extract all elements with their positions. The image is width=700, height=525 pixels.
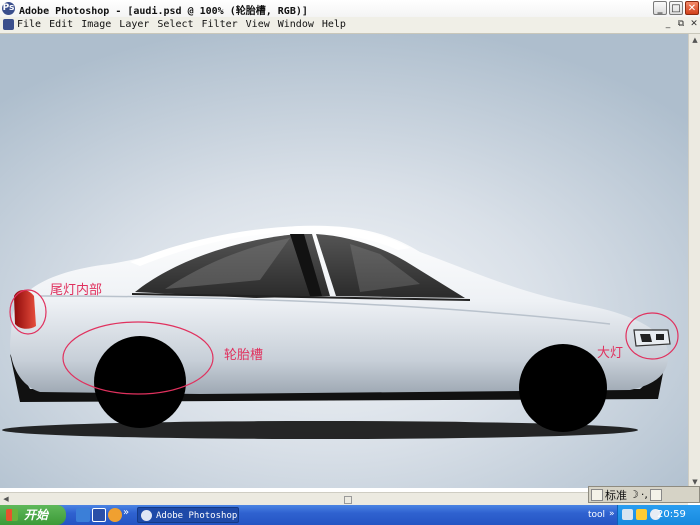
menu-bar: File Edit Image Layer Select Filter View… — [0, 17, 700, 34]
headlight-label: 大灯 — [597, 346, 624, 361]
wheel-well-label: 轮胎槽 — [224, 348, 264, 363]
clock[interactable]: 20:59 — [657, 509, 686, 520]
menu-items: File Edit Image Layer Select Filter View… — [17, 19, 346, 30]
menu-image[interactable]: Image — [81, 19, 111, 30]
windows-logo-icon — [6, 509, 18, 521]
toolbar-expand-icon[interactable]: » — [609, 509, 615, 519]
taskbar: 开始 » Adobe Photoshop ... tool » 20:59 — [0, 505, 700, 525]
photoshop-task-icon — [141, 510, 152, 521]
taskbar-photoshop-button[interactable]: Adobe Photoshop ... — [137, 507, 239, 523]
soft-keyboard-icon[interactable] — [649, 488, 662, 501]
quicklaunch-media-icon[interactable] — [108, 508, 122, 522]
menu-window[interactable]: Window — [278, 19, 314, 30]
tray-network-icon[interactable] — [622, 509, 633, 520]
start-label: 开始 — [24, 508, 49, 522]
menu-edit[interactable]: Edit — [49, 19, 73, 30]
maximize-button[interactable]: □ — [669, 1, 683, 15]
scrollbar-thumb[interactable] — [344, 496, 352, 504]
front-wheel — [519, 344, 607, 432]
doc-close-button[interactable]: ✕ — [688, 18, 700, 30]
quicklaunch-more-icon[interactable]: » — [123, 507, 129, 518]
taskbar-photoshop-label: Adobe Photoshop ... — [156, 511, 238, 521]
quicklaunch-ie-icon[interactable] — [76, 508, 90, 522]
close-button[interactable]: ✕ — [685, 1, 699, 15]
tail-light — [14, 290, 36, 329]
window-title: Adobe Photoshop - [audi.psd @ 100% (轮胎槽,… — [19, 6, 308, 17]
tray-pen-icon[interactable] — [636, 509, 647, 520]
ime-toolbar[interactable]: 标准 ☽ ·, — [588, 486, 700, 503]
document-icon[interactable] — [3, 19, 14, 30]
car-illustration — [2, 225, 679, 439]
scroll-left-arrow-icon[interactable]: ◀ — [0, 493, 12, 505]
headlight — [633, 329, 671, 347]
rear-wheel — [94, 336, 186, 428]
title-bar: Ps Adobe Photoshop - [audi.psd @ 100% (轮… — [0, 0, 700, 18]
ime-logo-icon[interactable] — [591, 488, 603, 501]
menu-help[interactable]: Help — [322, 19, 346, 30]
scroll-up-arrow-icon[interactable]: ▲ — [689, 34, 700, 46]
toolbar-label[interactable]: tool — [588, 510, 605, 520]
doc-restore-button[interactable]: ⧉ — [675, 18, 687, 30]
quicklaunch-word-icon[interactable] — [92, 508, 106, 522]
doc-minimize-button[interactable]: _ — [662, 18, 674, 30]
menu-file[interactable]: File — [17, 19, 41, 30]
tail-light-label: 尾灯内部 — [50, 283, 103, 298]
minimize-button[interactable]: _ — [653, 1, 667, 15]
vertical-scrollbar[interactable]: ▲ ▼ — [688, 34, 700, 488]
ime-mode[interactable]: 标准 — [605, 487, 627, 503]
moon-icon[interactable]: ☽ — [629, 488, 639, 501]
horizontal-scrollbar[interactable]: ◀ — [0, 492, 688, 505]
menu-view[interactable]: View — [246, 19, 270, 30]
punctuation-toggle[interactable]: ·, — [641, 488, 648, 501]
menu-layer[interactable]: Layer — [119, 19, 149, 30]
photoshop-app-icon[interactable]: Ps — [2, 2, 15, 15]
menu-filter[interactable]: Filter — [202, 19, 238, 30]
document-canvas[interactable]: 尾灯内部 轮胎槽 大灯 — [0, 34, 688, 488]
menu-select[interactable]: Select — [157, 19, 193, 30]
start-button[interactable]: 开始 — [0, 505, 66, 525]
system-tray: 20:59 — [617, 505, 700, 525]
